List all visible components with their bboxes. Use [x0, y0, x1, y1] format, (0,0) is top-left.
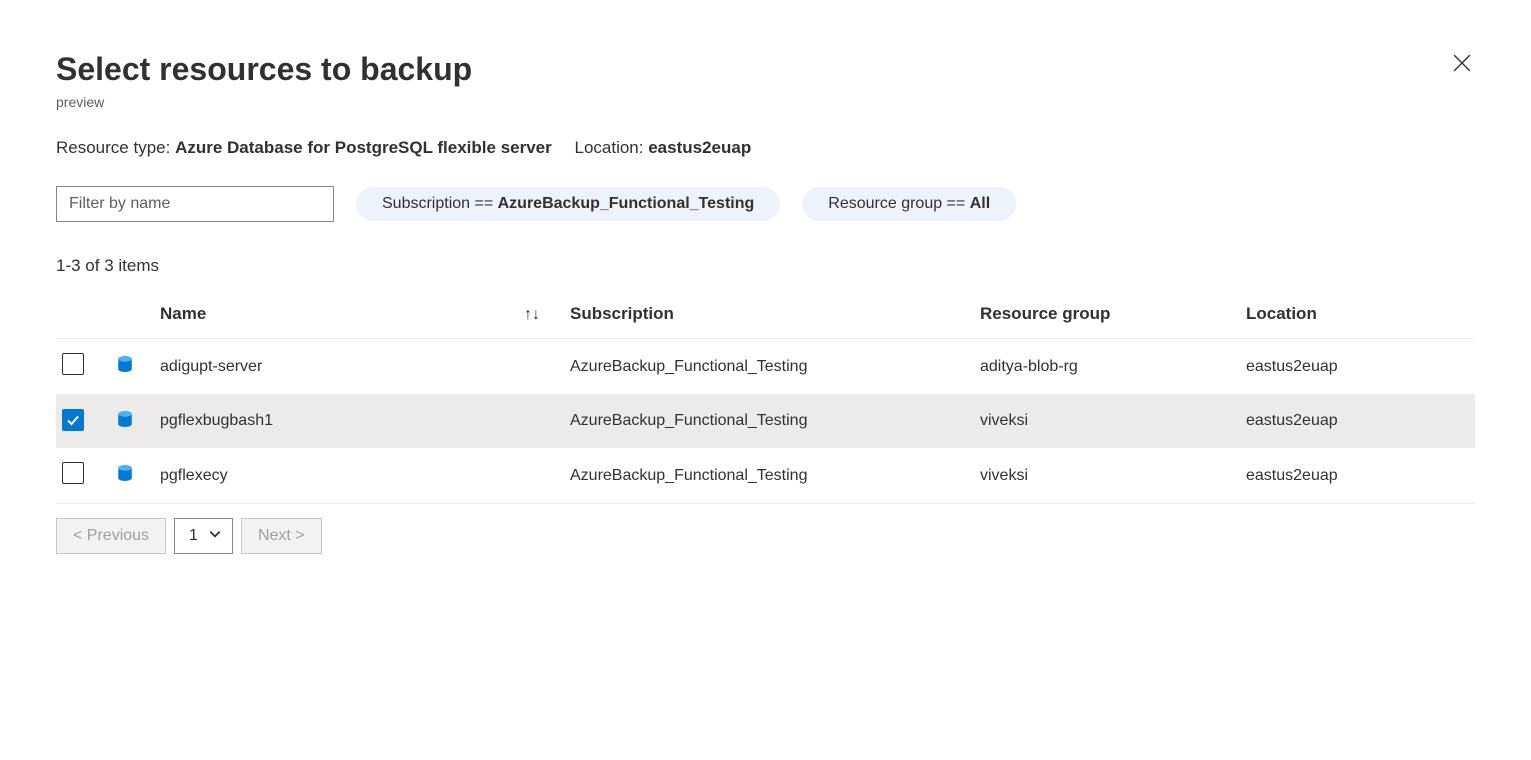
cell-subscription: AzureBackup_Functional_Testing	[564, 339, 974, 395]
row-checkbox[interactable]	[62, 353, 84, 375]
resource-type-value: Azure Database for PostgreSQL flexible s…	[175, 138, 552, 157]
row-checkbox[interactable]	[62, 409, 84, 431]
next-button[interactable]: Next >	[241, 518, 322, 554]
column-header-name[interactable]: Name	[154, 290, 504, 339]
column-sort-name[interactable]: ↑↓	[504, 290, 564, 339]
filter-name-input[interactable]	[56, 186, 334, 222]
page-select[interactable]: 1	[174, 518, 233, 554]
cell-location: eastus2euap	[1240, 339, 1475, 395]
location-label: Location:	[574, 138, 643, 157]
location-value: eastus2euap	[648, 138, 751, 157]
resource-group-filter-value: All	[970, 195, 990, 212]
table-row[interactable]: pgflexecy AzureBackup_Functional_Testing…	[56, 448, 1475, 504]
resource-type-label: Resource type:	[56, 138, 170, 157]
resources-table: Name ↑↓ Subscription Resource group Loca…	[56, 290, 1475, 504]
resource-icon	[116, 464, 134, 482]
subscription-filter-pill[interactable]: Subscription == AzureBackup_Functional_T…	[356, 187, 780, 221]
table-row[interactable]: adigupt-server AzureBackup_Functional_Te…	[56, 339, 1475, 395]
chevron-down-icon	[208, 527, 222, 546]
page-title: Select resources to backup	[56, 50, 472, 88]
resource-icon	[116, 410, 134, 428]
resource-icon	[116, 355, 134, 373]
database-icon	[116, 355, 134, 373]
column-header-location[interactable]: Location	[1240, 290, 1475, 339]
previous-button[interactable]: < Previous	[56, 518, 166, 554]
resource-group-filter-label: Resource group ==	[828, 195, 969, 212]
close-icon	[1453, 60, 1471, 75]
pager: < Previous 1 Next >	[56, 518, 1475, 554]
cell-subscription: AzureBackup_Functional_Testing	[564, 448, 974, 504]
cell-name: pgflexbugbash1	[154, 395, 504, 448]
close-button[interactable]	[1449, 50, 1475, 79]
column-header-resource-group[interactable]: Resource group	[974, 290, 1240, 339]
cell-location: eastus2euap	[1240, 448, 1475, 504]
cell-subscription: AzureBackup_Functional_Testing	[564, 395, 974, 448]
table-row[interactable]: pgflexbugbash1 AzureBackup_Functional_Te…	[56, 395, 1475, 448]
cell-resource-group: aditya-blob-rg	[974, 339, 1240, 395]
column-header-subscription[interactable]: Subscription	[564, 290, 974, 339]
sort-arrows-icon: ↑↓	[524, 306, 540, 324]
cell-resource-group: viveksi	[974, 395, 1240, 448]
cell-name: pgflexecy	[154, 448, 504, 504]
subscription-filter-label: Subscription ==	[382, 195, 498, 212]
resource-group-filter-pill[interactable]: Resource group == All	[802, 187, 1016, 221]
page-select-value: 1	[189, 527, 198, 545]
page-subtitle: preview	[56, 94, 472, 110]
meta-line: Resource type: Azure Database for Postgr…	[56, 138, 1475, 158]
cell-location: eastus2euap	[1240, 395, 1475, 448]
database-icon	[116, 464, 134, 482]
database-icon	[116, 410, 134, 428]
item-count: 1-3 of 3 items	[56, 256, 1475, 276]
cell-resource-group: viveksi	[974, 448, 1240, 504]
cell-name: adigupt-server	[154, 339, 504, 395]
subscription-filter-value: AzureBackup_Functional_Testing	[498, 195, 755, 212]
row-checkbox[interactable]	[62, 462, 84, 484]
